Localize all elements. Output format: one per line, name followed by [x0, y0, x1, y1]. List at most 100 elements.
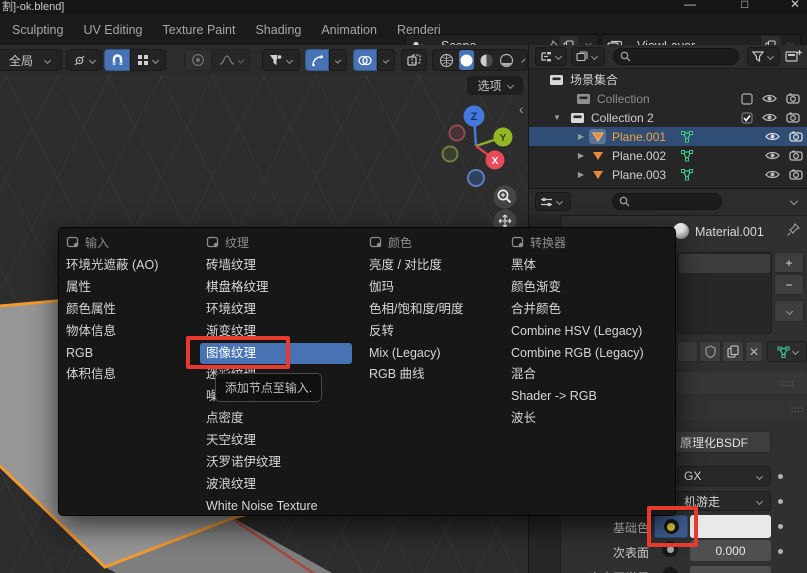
value-field[interactable] — [690, 566, 771, 573]
checkbox-checked-icon[interactable] — [741, 112, 753, 124]
rendered-shading-icon[interactable] — [499, 53, 514, 68]
menu-item[interactable]: 波长 — [505, 408, 671, 430]
eye-icon[interactable] — [762, 93, 777, 104]
menu-item[interactable]: 物体信息 — [60, 321, 198, 343]
show-overlays-toggle[interactable] — [353, 49, 377, 71]
fake-user-button[interactable] — [699, 341, 721, 362]
minimize-button[interactable]: — — [684, 0, 696, 11]
animate-dot[interactable] — [778, 474, 783, 479]
animate-dot[interactable] — [778, 549, 783, 554]
eye-icon[interactable] — [765, 169, 780, 180]
panel-grip-dots[interactable]: ∷∷ — [781, 379, 794, 390]
material-name-field-stub[interactable] — [677, 341, 698, 362]
menu-item[interactable]: 环境纹理 — [200, 299, 352, 321]
distribution-dropdown[interactable]: GX — [677, 466, 771, 486]
menu-item[interactable]: 属性 — [60, 277, 198, 299]
outliner-row-collection[interactable]: Collection — [529, 89, 807, 108]
proportional-editing-toggle[interactable] — [184, 49, 212, 71]
camera-visibility-icon[interactable] — [789, 150, 803, 161]
workspace-tab[interactable]: Sculpting — [12, 23, 63, 37]
material-slot-active[interactable] — [679, 254, 770, 273]
outliner-display-mode-dropdown[interactable] — [535, 47, 567, 66]
pivot-point-dropdown[interactable] — [66, 49, 102, 71]
menu-item[interactable]: 亮度 / 对比度 — [363, 255, 503, 277]
workspace-tab[interactable]: Animation — [321, 23, 377, 37]
checkbox-unchecked-icon[interactable] — [741, 93, 753, 105]
collapsed-caret-icon[interactable]: ▶ — [575, 151, 587, 160]
workspace-tab[interactable]: Texture Paint — [163, 23, 236, 37]
menu-item[interactable]: 颜色属性 — [60, 299, 198, 321]
outliner-search[interactable] — [613, 48, 739, 65]
menu-item[interactable]: Mix (Legacy) — [363, 343, 503, 365]
menu-item[interactable]: Combine RGB (Legacy) — [505, 343, 671, 365]
menu-item[interactable]: 合并颜色 — [505, 299, 671, 321]
pin-icon[interactable] — [786, 223, 800, 237]
workspace-tab[interactable]: Shading — [255, 23, 301, 37]
outliner-row-plane003[interactable]: ▶ Plane.003 — [529, 165, 807, 184]
wireframe-shading-icon[interactable] — [439, 53, 454, 68]
camera-visibility-icon[interactable] — [786, 112, 800, 123]
viewport-options-button[interactable]: 选项 — [467, 76, 523, 95]
snap-toggle-button[interactable] — [104, 49, 130, 71]
panel-grip-dots[interactable]: ∷∷ — [791, 405, 804, 416]
menu-item[interactable]: 伽玛 — [363, 277, 503, 299]
animate-dot[interactable] — [778, 524, 783, 529]
collapsed-caret-icon[interactable]: ▶ — [575, 170, 587, 179]
outliner-row-collection2[interactable]: ▼ Collection 2 — [529, 108, 807, 127]
solid-shading-icon[interactable] — [459, 50, 474, 70]
outliner-filter-dropdown[interactable] — [747, 47, 780, 66]
sidebar-collapse-arrow[interactable]: ‹ — [519, 101, 524, 117]
animate-dot[interactable] — [778, 499, 783, 504]
xray-toggle[interactable] — [401, 49, 427, 71]
menu-item[interactable]: RGB 曲线 — [363, 364, 503, 386]
menu-item[interactable]: 点密度 — [200, 408, 352, 430]
surface-shader-button[interactable]: 原理化BSDF — [671, 431, 771, 453]
unlink-material-button[interactable]: ✕ — [745, 341, 763, 362]
copy-material-button[interactable] — [722, 341, 744, 362]
outliner-row-scene-collection[interactable]: 场景集合 — [529, 70, 807, 89]
menu-item[interactable]: 体积信息 — [60, 364, 198, 386]
camera-visibility-icon[interactable] — [789, 169, 803, 180]
workspace-tab[interactable]: UV Editing — [83, 23, 142, 37]
menu-item[interactable]: 天空纹理 — [200, 430, 352, 452]
show-gizmo-toggle[interactable] — [305, 49, 329, 71]
menu-item[interactable]: 环境光遮蔽 (AO) — [60, 255, 198, 277]
maximize-button[interactable]: □ — [741, 0, 748, 11]
menu-item[interactable]: 棋盘格纹理 — [200, 277, 352, 299]
menu-item[interactable]: White Noise Texture — [200, 496, 352, 518]
gizmo-dropdown[interactable] — [329, 49, 347, 71]
new-collection-button[interactable] — [785, 49, 802, 64]
expand-caret-icon[interactable]: ▼ — [551, 113, 563, 122]
visibility-dropdown[interactable] — [262, 49, 300, 71]
menu-item[interactable]: 颜色渐变 — [505, 277, 671, 299]
eye-icon[interactable] — [765, 150, 780, 161]
menu-item[interactable]: 沃罗诺伊纹理 — [200, 452, 352, 474]
material-preview-shading-icon[interactable] — [479, 53, 494, 68]
outliner-row-plane001[interactable]: ▶ Plane.001 — [529, 127, 807, 146]
add-slot-button[interactable]: + — [774, 252, 804, 273]
properties-options-dropdown[interactable] — [790, 197, 798, 205]
camera-visibility-icon[interactable] — [789, 131, 803, 142]
outliner-search-input[interactable] — [631, 50, 729, 64]
collapsed-caret-icon[interactable]: ▶ — [575, 132, 587, 141]
eye-icon[interactable] — [765, 131, 780, 142]
menu-item[interactable]: 混合 — [505, 364, 671, 386]
slot-specials-dropdown[interactable] — [774, 300, 804, 322]
base-color-swatch[interactable] — [690, 515, 771, 538]
menu-item[interactable]: 色相/饱和度/明度 — [363, 299, 503, 321]
close-button[interactable]: ✕ — [790, 0, 800, 11]
camera-visibility-icon[interactable] — [786, 93, 800, 104]
remove-slot-button[interactable]: − — [774, 274, 804, 295]
socket-button[interactable] — [662, 567, 678, 573]
eye-icon[interactable] — [762, 112, 777, 123]
menu-item[interactable]: 波浪纹理 — [200, 474, 352, 496]
subsurface-value-field[interactable]: 0.000 — [690, 540, 771, 561]
menu-item[interactable]: 黑体 — [505, 255, 671, 277]
transform-orientation-dropdown[interactable]: 全局 — [0, 49, 62, 71]
overlays-dropdown[interactable] — [377, 49, 395, 71]
properties-search[interactable] — [612, 193, 722, 210]
menu-item[interactable]: 反转 — [363, 321, 503, 343]
browse-material-dropdown[interactable] — [767, 341, 807, 362]
proportional-falloff-dropdown[interactable] — [212, 49, 250, 71]
snap-with-dropdown[interactable] — [130, 49, 166, 71]
